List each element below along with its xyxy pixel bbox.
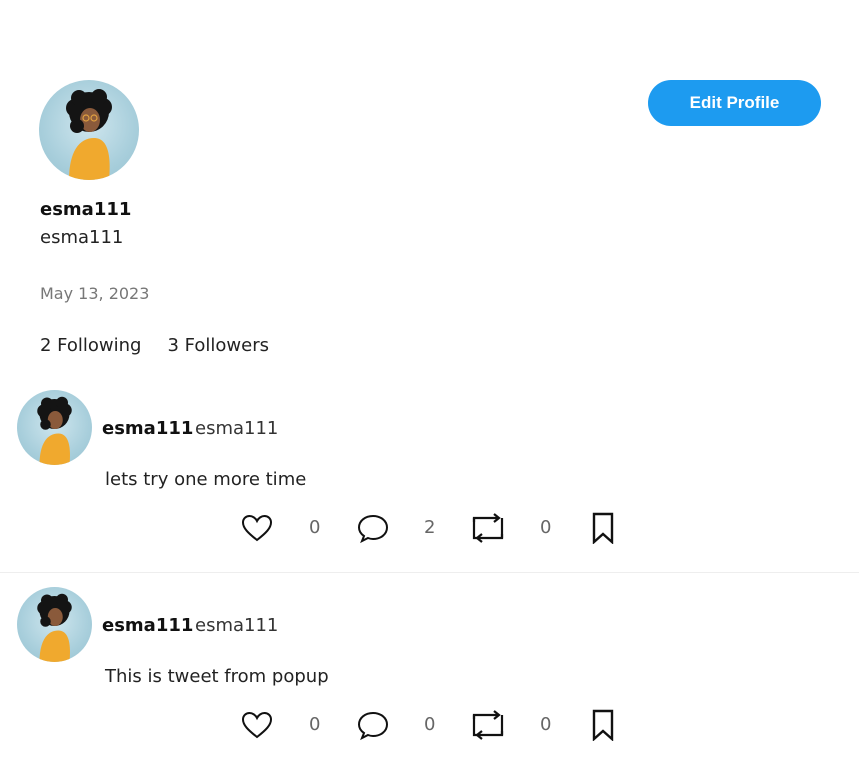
- tweet-avatar[interactable]: [17, 587, 92, 662]
- bookmark-icon[interactable]: [586, 709, 620, 742]
- like-count: 0: [309, 714, 321, 735]
- bookmark-icon[interactable]: [586, 512, 620, 545]
- tweet-item[interactable]: esma111 esma111 lets try one more time 0…: [0, 390, 859, 573]
- retweet-count: 0: [540, 517, 552, 538]
- tweet-author-name[interactable]: esma111: [102, 418, 193, 439]
- heart-icon[interactable]: [240, 512, 274, 544]
- comment-count: 2: [424, 517, 436, 538]
- retweet-icon[interactable]: [471, 512, 505, 544]
- tweet-avatar[interactable]: [17, 390, 92, 465]
- tweet-author-name[interactable]: esma111: [102, 615, 193, 636]
- comment-count: 0: [424, 714, 436, 735]
- tweet-text: This is tweet from popup: [105, 666, 329, 687]
- profile-display-name: esma111: [40, 199, 132, 220]
- joined-date: May 13, 2023: [40, 284, 150, 303]
- heart-icon[interactable]: [240, 709, 274, 741]
- edit-profile-button[interactable]: Edit Profile: [648, 80, 821, 126]
- following-link[interactable]: 2 Following: [40, 335, 141, 356]
- comment-icon[interactable]: [356, 512, 390, 544]
- tweet-text: lets try one more time: [105, 469, 307, 490]
- comment-icon[interactable]: [356, 709, 390, 741]
- tweet-author-handle: esma111: [195, 418, 279, 439]
- retweet-count: 0: [540, 714, 552, 735]
- profile-avatar[interactable]: [39, 80, 139, 180]
- follow-stats: 2 Following 3 Followers: [40, 335, 269, 356]
- like-count: 0: [309, 517, 321, 538]
- profile-handle: esma111: [40, 227, 124, 248]
- tweet-divider: [0, 572, 859, 573]
- followers-link[interactable]: 3 Followers: [167, 335, 269, 356]
- tweet-author-handle: esma111: [195, 615, 279, 636]
- tweet-item[interactable]: esma111 esma111 This is tweet from popup…: [0, 587, 859, 770]
- retweet-icon[interactable]: [471, 709, 505, 741]
